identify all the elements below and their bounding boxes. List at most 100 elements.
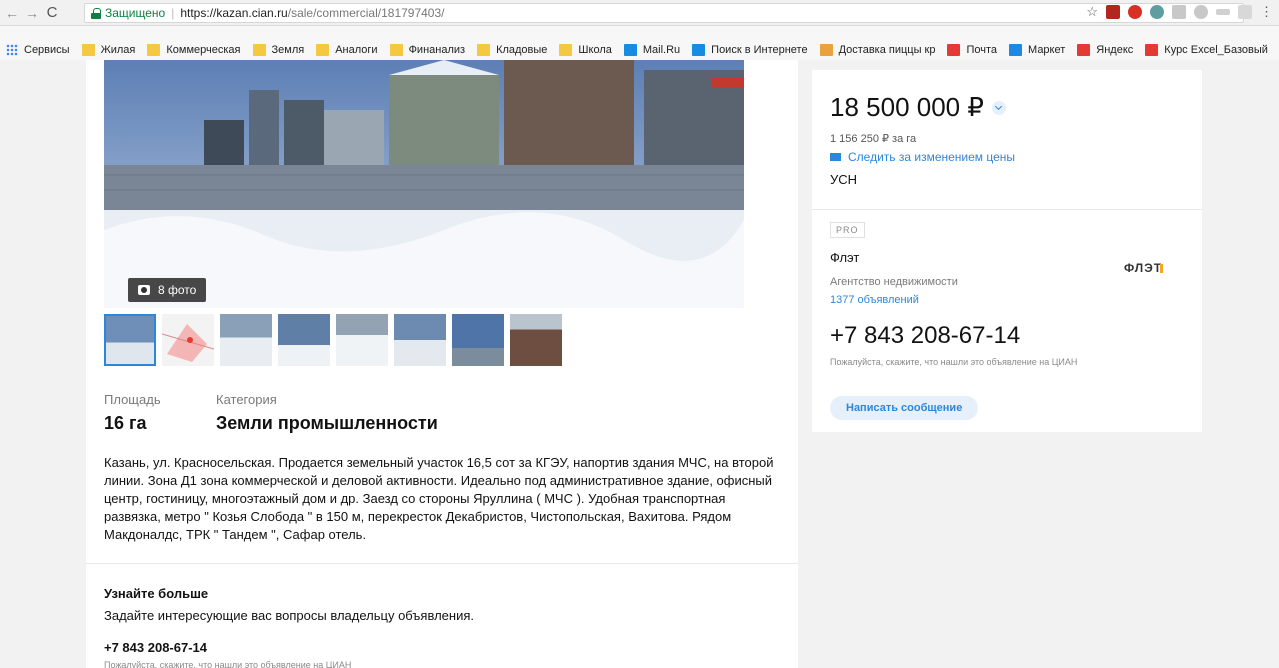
bookmark-item[interactable]: Кладовые — [477, 44, 547, 56]
menu-icon[interactable]: ⋮ — [1260, 4, 1273, 20]
track-price-link[interactable]: Следить за изменением цены — [830, 150, 1015, 164]
lock-icon — [91, 7, 101, 19]
bookmark-item[interactable]: Жилая — [81, 44, 136, 56]
pdf-extension-icon[interactable] — [1106, 5, 1120, 19]
bookmark-label: Аналоги — [335, 44, 378, 56]
bookmark-label: Земля — [271, 44, 305, 56]
bookmark-item[interactable]: Земля — [252, 44, 305, 56]
bookmark-item[interactable]: Почта — [947, 44, 997, 56]
photo-count-label: 8 фото — [158, 283, 197, 297]
bookmark-label: Сервисы — [24, 44, 70, 56]
price-per-unit: 1 156 250 ₽ за га — [830, 133, 917, 145]
bookmark-item[interactable]: Mail.Ru — [623, 44, 681, 56]
folder-icon — [389, 44, 403, 56]
reload-icon[interactable]: C — [44, 4, 60, 21]
divider — [86, 563, 798, 564]
extension-icons: ☆ ⋮ — [1086, 4, 1273, 20]
bookmark-label: Mail.Ru — [642, 44, 681, 56]
category-label: Категория — [216, 392, 277, 407]
folder-icon — [147, 44, 161, 56]
bookmark-label: Яндекс — [1096, 44, 1134, 56]
track-price-label: Следить за изменением цены — [848, 150, 1016, 164]
extension-icon[interactable] — [1128, 5, 1142, 19]
bookmark-label: Поиск в Интернете — [711, 44, 808, 56]
bookmark-label: Курс Excel_Базовый — [1164, 44, 1268, 56]
description: Казань, ул. Красносельская. Продается зе… — [104, 455, 774, 542]
star-icon[interactable]: ☆ — [1086, 4, 1098, 20]
bookmark-label: Школа — [578, 44, 612, 56]
learn-more-note: Пожалуйста, скажите, что нашли это объяв… — [104, 660, 352, 668]
photo-count-badge[interactable]: 8 фото — [128, 278, 207, 302]
bookmark-item[interactable]: Доставка пиццы кр — [819, 44, 935, 56]
youtube-icon — [1145, 44, 1159, 56]
bookmark-label: Коммерческая — [166, 44, 241, 56]
forward-icon[interactable]: → — [24, 5, 40, 21]
toolbar-gap — [0, 26, 1279, 40]
agent-name[interactable]: Флэт — [830, 250, 859, 265]
bookmark-item[interactable]: Курс Excel_Базовый — [1145, 44, 1268, 56]
bookmark-item[interactable]: Яндекс — [1077, 44, 1133, 56]
category-feature: Категория Земли промышленности — [216, 392, 438, 434]
bookmark-label: Маркет — [1028, 44, 1066, 56]
pro-badge: PRO — [830, 222, 865, 238]
browser-toolbar: ← → C Защищено | https://kazan.cian.ru /… — [0, 0, 1279, 26]
thumbnail[interactable] — [162, 314, 214, 366]
category-value: Земли промышленности — [216, 413, 438, 433]
camera-icon — [138, 285, 150, 295]
mailru-icon — [623, 44, 637, 56]
search-icon — [692, 44, 706, 56]
price-agent-card: 18 500 000 ₽ 1 156 250 ₽ за га Следить з… — [812, 70, 1202, 432]
bookmark-item[interactable]: Аналоги — [316, 44, 378, 56]
extension-icon[interactable] — [1194, 5, 1208, 19]
thumbnail[interactable] — [278, 314, 330, 366]
logo-text: ФЛЭТ — [1124, 261, 1162, 275]
folder-icon — [81, 44, 95, 56]
bookmark-item[interactable]: Сервисы — [0, 44, 70, 56]
send-message-button[interactable]: Написать сообщение — [830, 396, 979, 420]
separator: | — [171, 6, 175, 20]
bookmark-item[interactable]: Коммерческая — [147, 44, 241, 56]
agent-logo-image: ФЛЭТ — [1124, 261, 1163, 275]
yandex-icon — [1077, 44, 1091, 56]
url-path: /sale/commercial/181797403/ — [287, 6, 445, 20]
price: 18 500 000 ₽ — [830, 92, 1006, 123]
thumbnail[interactable] — [510, 314, 562, 366]
agent-type: Агентство недвижимости — [830, 276, 958, 288]
bookmark-item[interactable]: Поиск в Интернете — [692, 44, 808, 56]
price-block: 18 500 000 ₽ 1 156 250 ₽ за га Следить з… — [812, 70, 1202, 210]
extension-icon[interactable] — [1216, 9, 1230, 15]
folder-icon — [316, 44, 330, 56]
agent-logo[interactable]: ФЛЭТ — [1124, 260, 1166, 278]
main-photo[interactable]: 8 фото — [104, 60, 744, 308]
cart-icon — [1009, 44, 1023, 56]
extension-icon[interactable] — [1238, 5, 1252, 19]
thumbnail[interactable] — [336, 314, 388, 366]
agent-phone[interactable]: +7 843 208-67-14 — [830, 322, 1020, 350]
thumbnail[interactable] — [452, 314, 504, 366]
bookmark-label: Финанализ — [408, 44, 466, 56]
extension-icon[interactable] — [1172, 5, 1186, 19]
bookmark-item[interactable]: Финанализ — [389, 44, 466, 56]
bookmarks-bar: Сервисы Жилая Коммерческая Земля Аналоги Фина… — [0, 40, 1279, 60]
price-value: 18 500 000 ₽ — [830, 92, 984, 122]
back-icon[interactable]: ← — [4, 5, 20, 21]
folder-icon — [559, 44, 573, 56]
address-bar[interactable]: Защищено | https://kazan.cian.ru /sale/c… — [84, 3, 1244, 23]
mail-icon — [947, 44, 961, 56]
bookmark-item[interactable]: Маркет — [1009, 44, 1065, 56]
thumbnail[interactable] — [220, 314, 272, 366]
apps-icon — [6, 44, 18, 56]
listing-card: 8 фото Площадь 16 га Категория Земли про… — [86, 60, 798, 668]
agent-listings-link[interactable]: 1377 объявлений — [830, 294, 919, 306]
bookmark-item[interactable]: Школа — [559, 44, 612, 56]
bookmark-label: Жилая — [100, 44, 136, 56]
chevron-down-icon[interactable] — [991, 100, 1006, 115]
extension-icon[interactable] — [1150, 5, 1164, 19]
area-value: 16 га — [104, 413, 147, 433]
tax-system: УСН — [830, 172, 858, 187]
folder-icon — [477, 44, 491, 56]
thumbnail[interactable] — [104, 314, 156, 366]
thumbnail[interactable] — [394, 314, 446, 366]
learn-more-phone[interactable]: +7 843 208-67-14 — [104, 640, 207, 655]
photo-image — [104, 60, 744, 308]
